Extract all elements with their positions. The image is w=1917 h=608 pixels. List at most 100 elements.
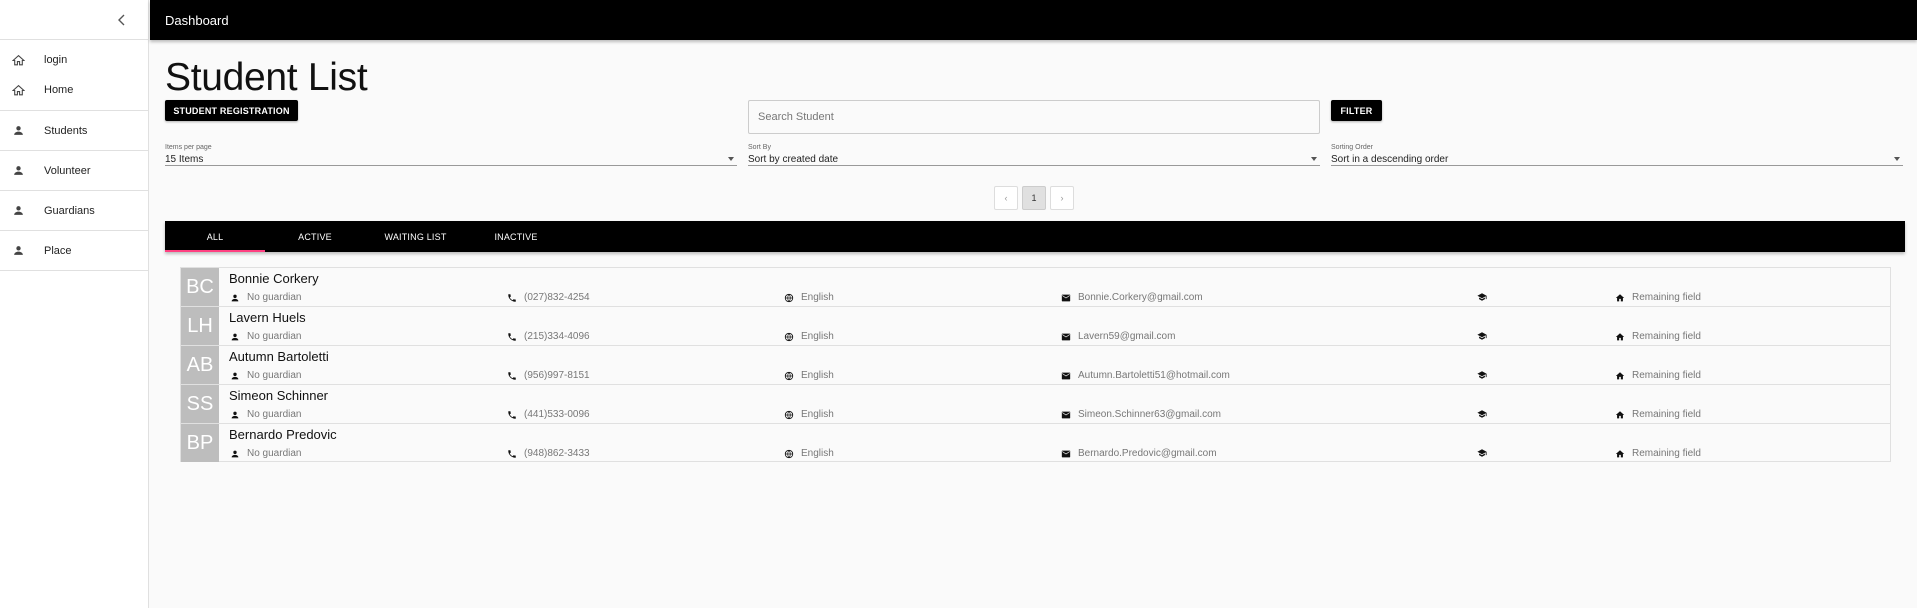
sort-by-select[interactable]: Sort By Sort by created date bbox=[748, 144, 1320, 166]
mail-icon bbox=[1061, 294, 1071, 301]
email-value: Autumn.Bartoletti51@hotmail.com bbox=[1078, 370, 1230, 381]
student-name: Bernardo Predovic bbox=[229, 427, 337, 442]
guardian-value: No guardian bbox=[247, 370, 302, 381]
home-icon bbox=[1615, 449, 1625, 457]
nav-group-main: login Home bbox=[0, 40, 148, 111]
graduation-cap-icon bbox=[1477, 449, 1487, 457]
guardian-value: No guardian bbox=[247, 409, 302, 420]
guardian-value: No guardian bbox=[247, 292, 302, 303]
sidebar-item-volunteer[interactable]: Volunteer bbox=[0, 156, 148, 186]
select-caption: Sorting Order bbox=[1331, 144, 1374, 151]
globe-icon bbox=[784, 332, 794, 341]
student-name: Simeon Schinner bbox=[229, 388, 328, 403]
location-value: Remaining field bbox=[1632, 370, 1701, 381]
list-item[interactable]: BC Bonnie Corkery No guardian (027)832-4… bbox=[180, 267, 1891, 306]
person-icon bbox=[231, 372, 239, 379]
tab-waiting-list[interactable]: WAITING LIST bbox=[365, 221, 466, 252]
home-icon bbox=[1615, 410, 1625, 418]
tab-active[interactable]: ACTIVE bbox=[265, 221, 365, 252]
phone-field: (956)997-8151 bbox=[507, 370, 590, 381]
language-value: English bbox=[801, 292, 834, 303]
home-icon bbox=[1615, 293, 1625, 301]
nav-group-place: Place bbox=[0, 231, 148, 271]
student-registration-button[interactable]: STUDENT REGISTRATION bbox=[165, 100, 298, 121]
dropdown-arrow-icon bbox=[1894, 157, 1900, 161]
education-field bbox=[1477, 370, 1494, 380]
person-icon bbox=[231, 294, 239, 301]
home-icon bbox=[11, 53, 25, 67]
education-field bbox=[1477, 292, 1494, 302]
graduation-cap-icon bbox=[1477, 293, 1487, 301]
email-value: Bonnie.Corkery@gmail.com bbox=[1078, 292, 1203, 303]
avatar: BC bbox=[181, 268, 219, 306]
sidebar-item-label: Place bbox=[44, 244, 72, 257]
select-caption: Items per page bbox=[165, 144, 212, 151]
filter-button[interactable]: FILTER bbox=[1331, 100, 1382, 121]
email-field: Simeon.Schinner63@gmail.com bbox=[1061, 409, 1221, 420]
location-field: Remaining field bbox=[1615, 292, 1701, 303]
home-icon bbox=[1615, 371, 1625, 379]
sidebar-item-guardians[interactable]: Guardians bbox=[0, 196, 148, 226]
page-number-button[interactable]: 1 bbox=[1022, 186, 1046, 210]
next-page-button[interactable]: › bbox=[1050, 186, 1074, 210]
globe-icon bbox=[784, 410, 794, 419]
list-item[interactable]: AB Autumn Bartoletti No guardian (956)99… bbox=[180, 345, 1891, 384]
sidebar-item-students[interactable]: Students bbox=[0, 116, 148, 146]
list-item[interactable]: SS Simeon Schinner No guardian (441)533-… bbox=[180, 384, 1891, 423]
person-icon bbox=[231, 450, 239, 457]
phone-field: (441)533-0096 bbox=[507, 409, 590, 420]
search-input[interactable] bbox=[749, 101, 1319, 133]
page-title: Student List bbox=[165, 56, 368, 99]
items-per-page-select[interactable]: Items per page 15 Items bbox=[165, 144, 737, 166]
nav-group-students: Students bbox=[0, 111, 148, 151]
status-tabs: ALL ACTIVE WAITING LIST INACTIVE bbox=[165, 221, 1905, 252]
main-content: Student List STUDENT REGISTRATION FILTER… bbox=[150, 40, 1917, 608]
prev-page-button[interactable]: ‹ bbox=[994, 186, 1018, 210]
phone-field: (215)334-4096 bbox=[507, 331, 590, 342]
sidebar-item-home[interactable]: Home bbox=[0, 75, 148, 105]
chevron-left-icon bbox=[118, 14, 125, 26]
location-value: Remaining field bbox=[1632, 331, 1701, 342]
language-value: English bbox=[801, 331, 834, 342]
language-field: English bbox=[784, 331, 834, 342]
mail-icon bbox=[1061, 372, 1071, 379]
phone-field: (027)832-4254 bbox=[507, 292, 590, 303]
location-value: Remaining field bbox=[1632, 292, 1701, 303]
sidebar-item-login[interactable]: login bbox=[0, 45, 148, 75]
select-caption: Sort By bbox=[748, 144, 771, 151]
guardian-value: No guardian bbox=[247, 331, 302, 342]
search-field bbox=[748, 100, 1320, 134]
list-item[interactable]: BP Bernardo Predovic No guardian (948)86… bbox=[180, 423, 1891, 462]
graduation-cap-icon bbox=[1477, 410, 1487, 418]
phone-field: (948)862-3433 bbox=[507, 448, 590, 459]
student-name: Lavern Huels bbox=[229, 310, 306, 325]
tab-inactive[interactable]: INACTIVE bbox=[466, 221, 566, 252]
dropdown-arrow-icon bbox=[728, 157, 734, 161]
list-item[interactable]: LH Lavern Huels No guardian (215)334-409… bbox=[180, 306, 1891, 345]
mail-icon bbox=[1061, 333, 1071, 340]
email-field: Lavern59@gmail.com bbox=[1061, 331, 1175, 342]
email-value: Lavern59@gmail.com bbox=[1078, 331, 1176, 342]
globe-icon bbox=[784, 449, 794, 458]
tab-all[interactable]: ALL bbox=[165, 221, 265, 252]
collapse-sidebar-button[interactable] bbox=[114, 12, 130, 28]
phone-icon bbox=[508, 293, 516, 302]
student-list: BC Bonnie Corkery No guardian (027)832-4… bbox=[180, 267, 1891, 462]
education-field bbox=[1477, 409, 1494, 419]
app-topbar: Dashboard bbox=[150, 0, 1917, 40]
person-icon bbox=[11, 164, 25, 178]
guardian-field: No guardian bbox=[230, 331, 301, 342]
student-name: Bonnie Corkery bbox=[229, 271, 319, 286]
sidebar-item-label: Students bbox=[44, 124, 88, 137]
language-value: English bbox=[801, 409, 834, 420]
location-field: Remaining field bbox=[1615, 370, 1701, 381]
avatar: BP bbox=[181, 424, 219, 462]
sidebar-item-place[interactable]: Place bbox=[0, 236, 148, 266]
sidebar: login Home Students Volunteer Guardians … bbox=[0, 0, 149, 608]
language-field: English bbox=[784, 370, 834, 381]
sorting-order-select[interactable]: Sorting Order Sort in a descending order bbox=[1331, 144, 1903, 166]
sidebar-header bbox=[0, 0, 148, 40]
home-icon bbox=[1615, 332, 1625, 340]
language-field: English bbox=[784, 292, 834, 303]
location-field: Remaining field bbox=[1615, 409, 1701, 420]
